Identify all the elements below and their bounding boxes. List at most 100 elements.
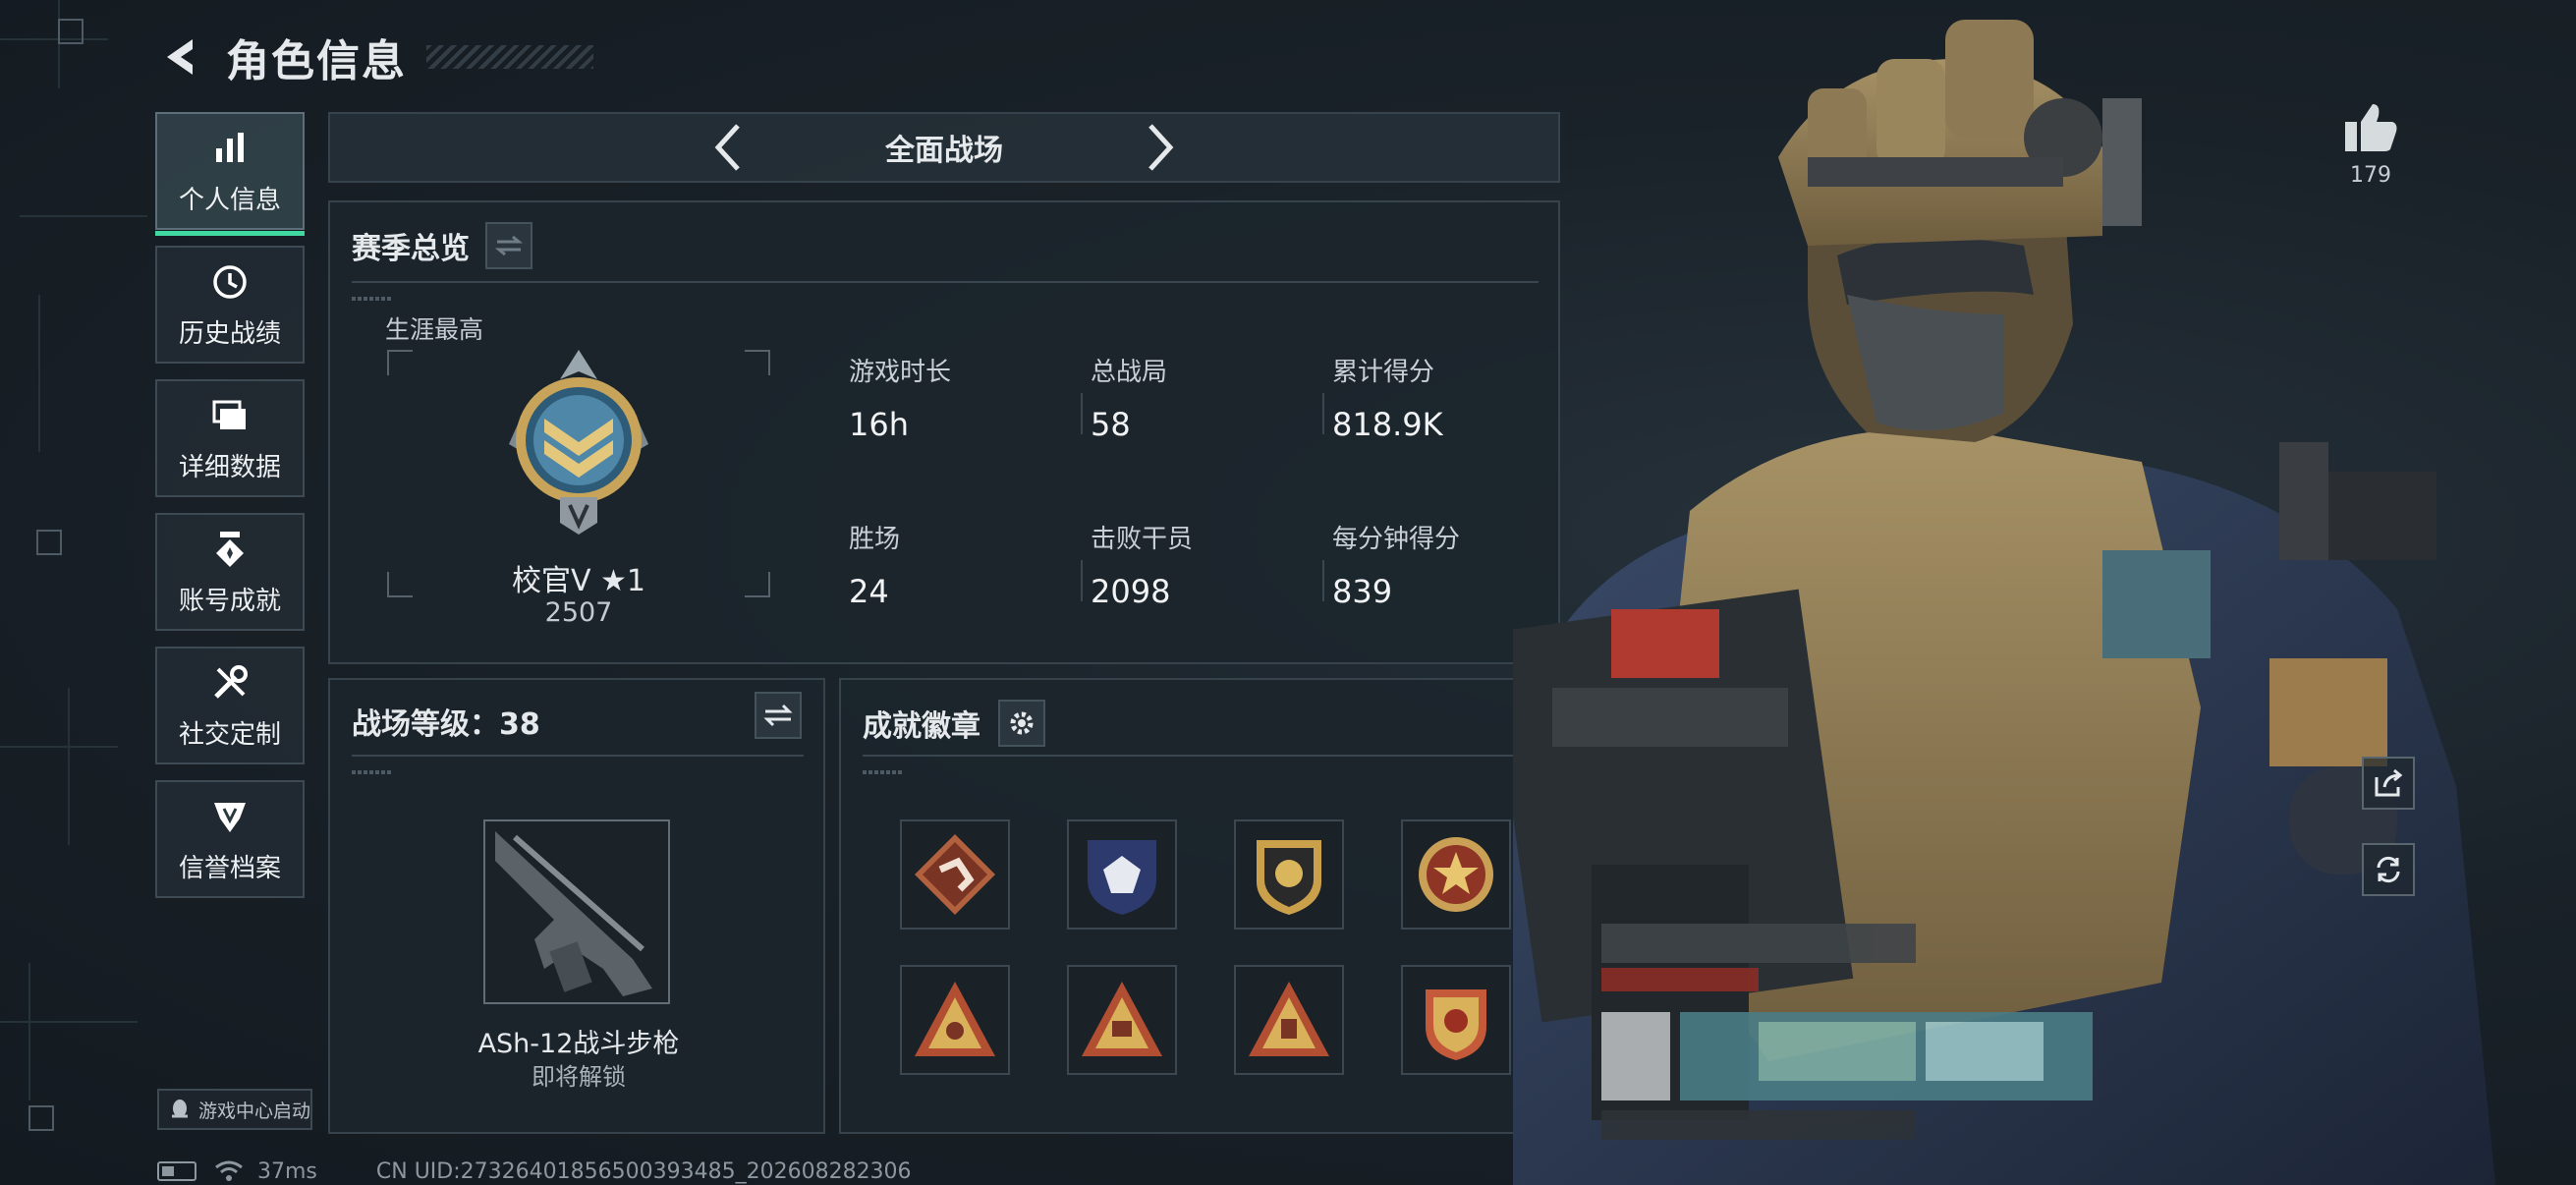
rank-name: 校官V ★1	[511, 564, 646, 598]
gear-icon	[1010, 711, 1034, 735]
triangle-badge-icon	[1249, 982, 1329, 1056]
qq-penguin-icon	[172, 1100, 188, 1118]
tools-icon	[208, 661, 252, 705]
shield-wing-icon	[208, 795, 252, 838]
status-bar: 37ms CN UID:27326401856500393485_2026082…	[157, 1157, 912, 1185]
mode-prev-button[interactable]	[699, 118, 757, 177]
share-icon	[2375, 768, 2403, 797]
stat-total-score: 累计得分 818.9K	[1332, 352, 1443, 443]
stat-kills: 击败干员 2098	[1091, 519, 1193, 610]
ping-value: 37ms	[257, 1158, 317, 1184]
frame-corner	[387, 350, 413, 375]
sidebar-item-label: 信誉档案	[178, 853, 281, 883]
star-badge-icon	[1419, 837, 1493, 912]
sidebar-item-label: 社交定制	[178, 719, 281, 750]
stat-label: 游戏时长	[849, 358, 952, 387]
divider-tag	[352, 770, 391, 774]
sidebar-item-label: 个人信息	[178, 185, 281, 215]
sidebar-item-label: 账号成就	[178, 586, 281, 616]
divider-tag	[352, 297, 391, 301]
badge-slot[interactable]	[1234, 819, 1344, 930]
stat-label: 每分钟得分	[1332, 525, 1461, 554]
swap-icon	[495, 235, 523, 256]
level-switch-button[interactable]	[755, 692, 802, 739]
triangle-badge-icon	[915, 982, 995, 1056]
like-button[interactable]: 179	[2334, 102, 2407, 188]
stat-value: 58	[1091, 406, 1131, 443]
shield-badge-icon	[1088, 840, 1156, 915]
runner-badge-icon	[915, 834, 995, 915]
share-button[interactable]	[2362, 757, 2415, 810]
achievement-badges-panel: 成就徽章	[839, 678, 1560, 1134]
divider	[352, 755, 804, 757]
badge-slot[interactable]	[1067, 965, 1177, 1075]
level-header: 战场等级：38	[352, 700, 540, 743]
crest-badge-icon	[1426, 989, 1486, 1060]
swap-icon	[763, 704, 793, 727]
stat-label: 击败干员	[1091, 525, 1194, 554]
stat-value: 2098	[1091, 573, 1171, 610]
chevron-right-icon	[1148, 124, 1174, 171]
page-header: 角色信息	[157, 28, 593, 86]
mode-title: 全面战场	[885, 134, 1003, 168]
folders-icon	[208, 394, 252, 437]
sidebar-item-social[interactable]: 社交定制	[155, 647, 305, 764]
season-overview-panel: 赛季总览 生涯最高 校官V ★1 2507 游戏时长 16h 总战局 58 累计…	[328, 200, 1560, 664]
mode-next-button[interactable]	[1131, 118, 1190, 177]
sidebar-item-personal-info[interactable]: 个人信息	[155, 112, 305, 236]
rank-score: 2507	[544, 597, 613, 628]
like-count: 179	[2350, 163, 2391, 188]
badges-title: 成就徽章	[863, 709, 980, 744]
refresh-button[interactable]	[2362, 843, 2415, 896]
stat-label: 胜场	[849, 525, 901, 554]
operator-character-image	[1513, 20, 2495, 1185]
badges-settings-button[interactable]	[998, 700, 1045, 747]
history-clock-icon	[208, 260, 252, 304]
uid-text: CN UID:27326401856500393485_202608282306	[375, 1158, 912, 1184]
triangle-badge-icon	[1082, 982, 1162, 1056]
weapon-reward-card[interactable]	[483, 819, 670, 1004]
sidebar-item-label: 详细数据	[178, 452, 281, 482]
badge-slot[interactable]	[1234, 965, 1344, 1075]
back-button[interactable]	[157, 33, 204, 81]
stat-value: 24	[849, 573, 889, 610]
sidebar-item-achievements[interactable]: 账号成就	[155, 513, 305, 631]
badge-slot[interactable]	[1067, 819, 1177, 930]
season-switch-button[interactable]	[485, 222, 532, 269]
sidebar-nav: 个人信息 历史战绩 详细数据 账号成就 社交定制 信誉档案	[155, 112, 307, 914]
stat-label: 累计得分	[1332, 358, 1435, 387]
sidebar-item-reputation[interactable]: 信誉档案	[155, 780, 305, 898]
game-center-launch-badge[interactable]: 游戏中心启动	[157, 1089, 312, 1130]
stat-total-matches: 总战局 58	[1091, 352, 1167, 443]
frame-corner	[745, 350, 770, 375]
badge-slot[interactable]	[1401, 819, 1511, 930]
stat-score-per-minute: 每分钟得分 839	[1332, 519, 1460, 610]
eagle-badge-icon	[1257, 840, 1321, 915]
stat-divider	[1081, 393, 1083, 434]
career-best-label: 生涯最高	[385, 315, 484, 344]
sidebar-item-history[interactable]: 历史战绩	[155, 246, 305, 364]
thumbs-up-icon	[2345, 104, 2397, 151]
stat-wins: 胜场 24	[849, 519, 900, 610]
mode-selector: 全面战场	[328, 112, 1560, 183]
rifle-icon	[495, 831, 652, 996]
weapon-unlock-state: 即将解锁	[532, 1063, 626, 1091]
page-title: 角色信息	[226, 36, 407, 86]
badges-header: 成就徽章	[863, 700, 1045, 747]
wifi-icon	[215, 1160, 243, 1181]
stat-play-time: 游戏时长 16h	[849, 352, 951, 443]
badge-slot[interactable]	[1401, 965, 1511, 1075]
season-title: 赛季总览	[352, 232, 470, 266]
divider	[352, 281, 1539, 283]
badge-slot[interactable]	[900, 819, 1010, 930]
back-arrow-icon	[167, 39, 193, 75]
level-title: 战场等级：38	[352, 707, 540, 742]
sidebar-item-details[interactable]: 详细数据	[155, 379, 305, 497]
achievement-icon	[208, 528, 252, 571]
badge-slot[interactable]	[900, 965, 1010, 1075]
stat-value: 839	[1332, 573, 1393, 610]
battlefield-level-panel: 战场等级：38 ASh-12战斗步枪 即将解锁	[328, 678, 825, 1134]
chevron-left-icon	[714, 124, 740, 171]
battery-icon	[157, 1161, 196, 1181]
sidebar-item-label: 历史战绩	[178, 318, 281, 349]
